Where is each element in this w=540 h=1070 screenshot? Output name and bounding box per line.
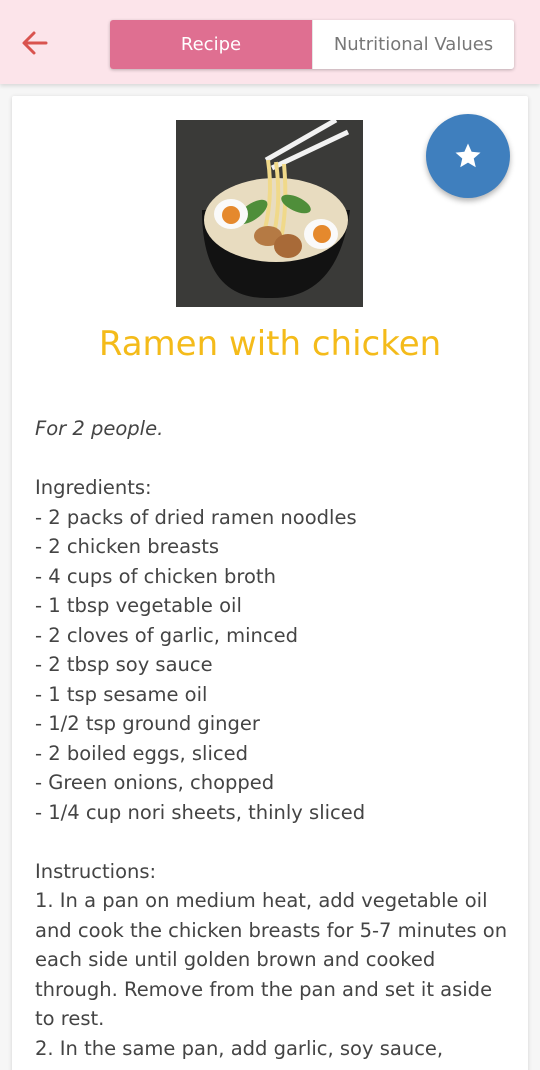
tab-recipe[interactable]: Recipe — [110, 20, 312, 69]
ingredient-item: - 1/4 cup nori sheets, thinly sliced — [35, 800, 366, 824]
back-button[interactable] — [18, 26, 52, 60]
ingredient-item: - 4 cups of chicken broth — [35, 564, 276, 588]
star-icon — [455, 143, 481, 168]
instructions-heading: Instructions: — [35, 859, 157, 883]
top-app-bar: Recipe Nutritional Values — [0, 0, 540, 84]
tab-bar: Recipe Nutritional Values — [110, 20, 514, 69]
favorite-button[interactable] — [426, 114, 510, 198]
instruction-step: 1. In a pan on medium heat, add vegetabl… — [35, 889, 508, 1030]
recipe-card: Ramen with chicken For 2 people. Ingredi… — [12, 96, 528, 1070]
ingredient-item: - 2 chicken breasts — [35, 535, 220, 558]
ingredient-item: - 2 packs of dried ramen noodles — [35, 505, 357, 529]
serves-text: For 2 people. — [35, 417, 164, 440]
recipe-title: Ramen with chicken — [98, 324, 442, 364]
ingredient-item: - 1 tsp sesame oil — [35, 682, 208, 706]
tab-nutritional-values[interactable]: Nutritional Values — [312, 20, 514, 69]
ingredient-item: - 2 boiled eggs, sliced — [35, 741, 248, 765]
arrow-left-icon — [22, 31, 48, 55]
ingredient-item: - Green onions, chopped — [35, 771, 275, 794]
ingredient-item: - 2 cloves of garlic, minced — [35, 623, 298, 647]
instruction-step: 2. In the same pan, add garlic, soy sauc… — [35, 1036, 444, 1070]
ramen-bowl-image — [176, 120, 363, 307]
ingredient-item: - 2 tbsp soy sauce — [35, 653, 213, 676]
ingredient-item: - 1 tbsp vegetable oil — [35, 594, 242, 617]
ingredients-heading: Ingredients: — [35, 476, 152, 499]
ingredient-item: - 1/2 tsp ground ginger — [35, 712, 260, 735]
recipe-body: For 2 people. Ingredients: - 2 packs of … — [35, 414, 515, 1070]
